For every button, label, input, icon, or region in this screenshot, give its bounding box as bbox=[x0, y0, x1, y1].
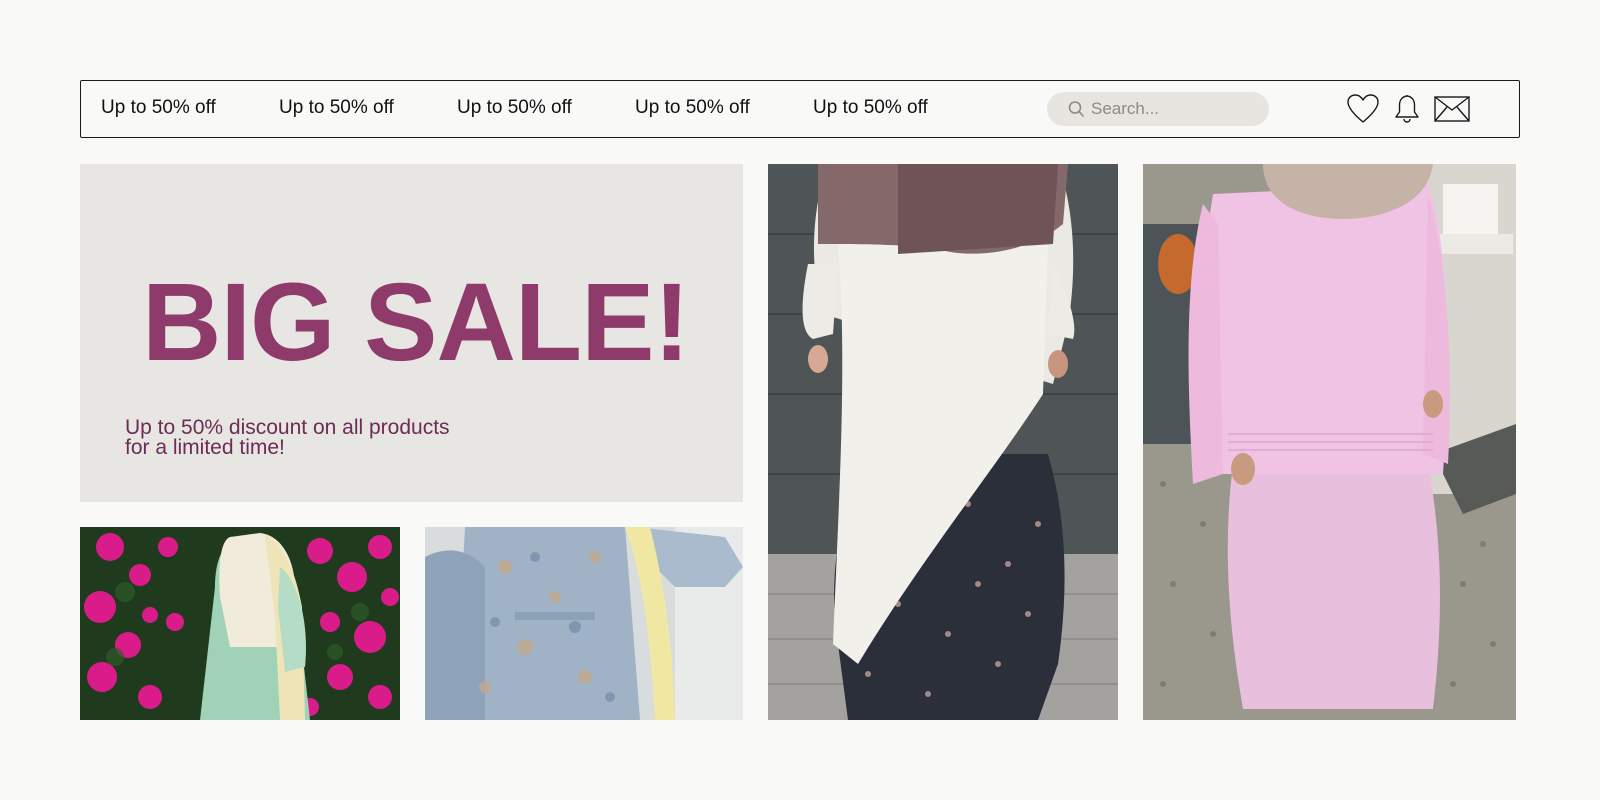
product-photo-floral-dress[interactable] bbox=[425, 527, 743, 720]
sale-headline: BIG SALE! bbox=[142, 261, 690, 384]
promo-link-3[interactable]: Up to 50% off bbox=[457, 97, 572, 119]
white-top-image bbox=[768, 164, 1118, 720]
bell-icon[interactable] bbox=[1394, 93, 1420, 123]
floral-dress-image bbox=[425, 527, 743, 720]
pink-outfit-image bbox=[1143, 164, 1516, 720]
search-icon[interactable] bbox=[1067, 100, 1085, 118]
product-photo-green-abaya[interactable] bbox=[80, 527, 400, 720]
search-box bbox=[1047, 92, 1269, 126]
green-abaya-image bbox=[80, 527, 400, 720]
sale-banner[interactable]: BIG SALE! Up to 50% discount on all prod… bbox=[80, 164, 743, 502]
mail-icon[interactable] bbox=[1434, 96, 1470, 122]
sale-subtitle: Up to 50% discount on all products for a… bbox=[125, 416, 450, 459]
promo-link-1[interactable]: Up to 50% off bbox=[101, 97, 216, 119]
promo-link-2[interactable]: Up to 50% off bbox=[279, 97, 394, 119]
heart-icon[interactable] bbox=[1347, 94, 1379, 124]
product-photo-pink-outfit[interactable] bbox=[1143, 164, 1516, 720]
top-navbar: Up to 50% off Up to 50% off Up to 50% of… bbox=[80, 80, 1520, 138]
promo-link-5[interactable]: Up to 50% off bbox=[813, 97, 928, 119]
promo-link-4[interactable]: Up to 50% off bbox=[635, 97, 750, 119]
product-photo-white-top-floral-skirt[interactable] bbox=[768, 164, 1118, 720]
search-input[interactable] bbox=[1091, 92, 1261, 126]
